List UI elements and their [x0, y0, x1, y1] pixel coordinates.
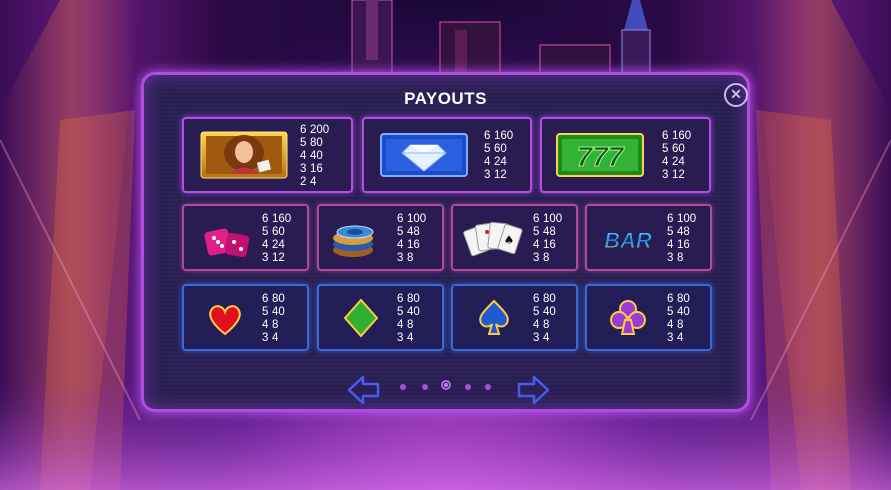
- page-dot-2[interactable]: [422, 384, 428, 390]
- pay-line: 5 48: [533, 226, 556, 238]
- page-dot-5[interactable]: [485, 384, 491, 390]
- paytable-cards: 6 100 5 48 4 16 38: [533, 213, 562, 265]
- pay-line: 4 16: [533, 239, 556, 251]
- pay-line: 5 80: [300, 137, 323, 149]
- bar-symbol-icon: BAR: [604, 228, 653, 254]
- pay-line: 3 12: [262, 252, 285, 264]
- pay-line: 38: [533, 252, 550, 264]
- pay-line: 48: [397, 319, 414, 331]
- paytable-lady: 6 200 5 80 4 40 3 16 24: [300, 124, 329, 189]
- pay-line: 5 48: [397, 226, 420, 238]
- pay-line: 38: [667, 252, 684, 264]
- page-dot-1[interactable]: [400, 384, 406, 390]
- pay-line: 4 16: [397, 239, 420, 251]
- payout-card-chips: 6 100 5 48 4 16 38: [317, 204, 444, 271]
- pay-line: 5 48: [667, 226, 690, 238]
- paytable-bar: 6 100 5 48 4 16 38: [667, 213, 696, 265]
- arrow-left-icon: [347, 375, 380, 405]
- pay-line: 6 100: [667, 213, 697, 225]
- svg-text:777: 777: [577, 141, 625, 172]
- payout-card-bar: BAR 6 100 5 48 4 16 38: [585, 204, 712, 271]
- arrow-right-icon: [517, 375, 550, 405]
- pay-line: 3 12: [662, 169, 685, 181]
- paytable-diamond: 6 160 5 60 4 24 3 12: [484, 130, 513, 182]
- pay-line: 6 80: [533, 293, 556, 305]
- payout-card-club: 6 80 5 40 48 34: [585, 284, 712, 351]
- bar-symbol-label: BAR: [604, 228, 652, 253]
- page-dot-4[interactable]: [465, 384, 471, 390]
- pay-line: 5 40: [262, 306, 285, 318]
- pay-line: 5 40: [533, 306, 556, 318]
- pay-line: 5 40: [667, 306, 690, 318]
- pay-line: 6 160: [262, 213, 292, 225]
- paytable-heart: 6 80 5 40 48 34: [262, 293, 285, 345]
- page-dot-3-current[interactable]: [441, 380, 451, 390]
- next-page-button[interactable]: [516, 375, 550, 405]
- payout-card-diamond-suit: 6 80 5 40 48 34: [317, 284, 444, 351]
- spade-symbol-icon: [479, 299, 509, 335]
- pay-line: 4 16: [667, 239, 690, 251]
- pay-line: 34: [397, 332, 414, 344]
- cards-symbol-icon: ♠: [463, 221, 523, 257]
- dialog-title: PAYOUTS: [404, 89, 487, 108]
- chips-symbol-icon: [333, 225, 374, 257]
- pay-line: 4 24: [484, 156, 507, 168]
- pay-line: 6 80: [397, 293, 420, 305]
- paytable-chips: 6 100 5 48 4 16 38: [397, 213, 426, 265]
- club-symbol-icon: [610, 300, 646, 335]
- pay-line: 4 40: [300, 150, 323, 162]
- previous-page-button[interactable]: [347, 375, 381, 405]
- payouts-dialog: PAYOUTS ✕ 6 200 5 80 4 40 3 16 24 6 160 …: [141, 72, 750, 412]
- paytable-777: 6 160 5 60 4 24 3 12: [662, 130, 691, 182]
- dice-symbol-icon: [204, 228, 250, 258]
- pay-line: 5 60: [262, 226, 285, 238]
- heart-symbol-icon: [209, 305, 241, 336]
- paytable-dice: 6 160 5 60 4 24 3 12: [262, 213, 291, 265]
- seven-seven-seven-symbol-icon: 777: [556, 133, 644, 177]
- payout-card-cards: ♠ 6 100 5 48 4 16 38: [451, 204, 578, 271]
- diamond-suit-symbol-icon: [343, 298, 379, 338]
- pay-line: 48: [667, 319, 684, 331]
- payout-card-spade: 6 80 5 40 48 34: [451, 284, 578, 351]
- paytable-spade: 6 80 5 40 48 34: [533, 293, 556, 345]
- pay-line: 6 160: [484, 130, 514, 142]
- pay-line: 5 60: [484, 143, 507, 155]
- payout-card-diamond: 6 160 5 60 4 24 3 12: [362, 117, 532, 193]
- pay-line: 38: [397, 252, 414, 264]
- pay-line: 3 12: [484, 169, 507, 181]
- close-button[interactable]: ✕: [724, 83, 748, 107]
- pay-line: 24: [300, 176, 317, 188]
- lady-symbol-icon: [200, 131, 288, 179]
- pay-line: 6 80: [667, 293, 690, 305]
- pay-line: 34: [533, 332, 550, 344]
- paytable-diamond-suit: 6 80 5 40 48 34: [397, 293, 420, 345]
- payout-card-777: 777 6 160 5 60 4 24 3 12: [540, 117, 711, 193]
- pay-line: 6 100: [397, 213, 427, 225]
- diamond-symbol-icon: [380, 133, 468, 177]
- pay-line: 6 80: [262, 293, 285, 305]
- pay-line: 6 160: [662, 130, 692, 142]
- pay-line: 48: [533, 319, 550, 331]
- pay-line: 4 24: [662, 156, 685, 168]
- pay-line: 3 16: [300, 163, 323, 175]
- pay-line: 48: [262, 319, 279, 331]
- pay-line: 34: [667, 332, 684, 344]
- svg-text:♠: ♠: [504, 233, 515, 247]
- pay-line: 5 60: [662, 143, 685, 155]
- pay-line: 6 100: [533, 213, 563, 225]
- payout-card-heart: 6 80 5 40 48 34: [182, 284, 309, 351]
- pay-line: 34: [262, 332, 279, 344]
- pay-line: 5 40: [397, 306, 420, 318]
- payout-card-lady: 6 200 5 80 4 40 3 16 24: [182, 117, 353, 193]
- pay-line: 6 200: [300, 124, 330, 136]
- pay-line: 4 24: [262, 239, 285, 251]
- payout-card-dice: 6 160 5 60 4 24 3 12: [182, 204, 309, 271]
- paytable-club: 6 80 5 40 48 34: [667, 293, 690, 345]
